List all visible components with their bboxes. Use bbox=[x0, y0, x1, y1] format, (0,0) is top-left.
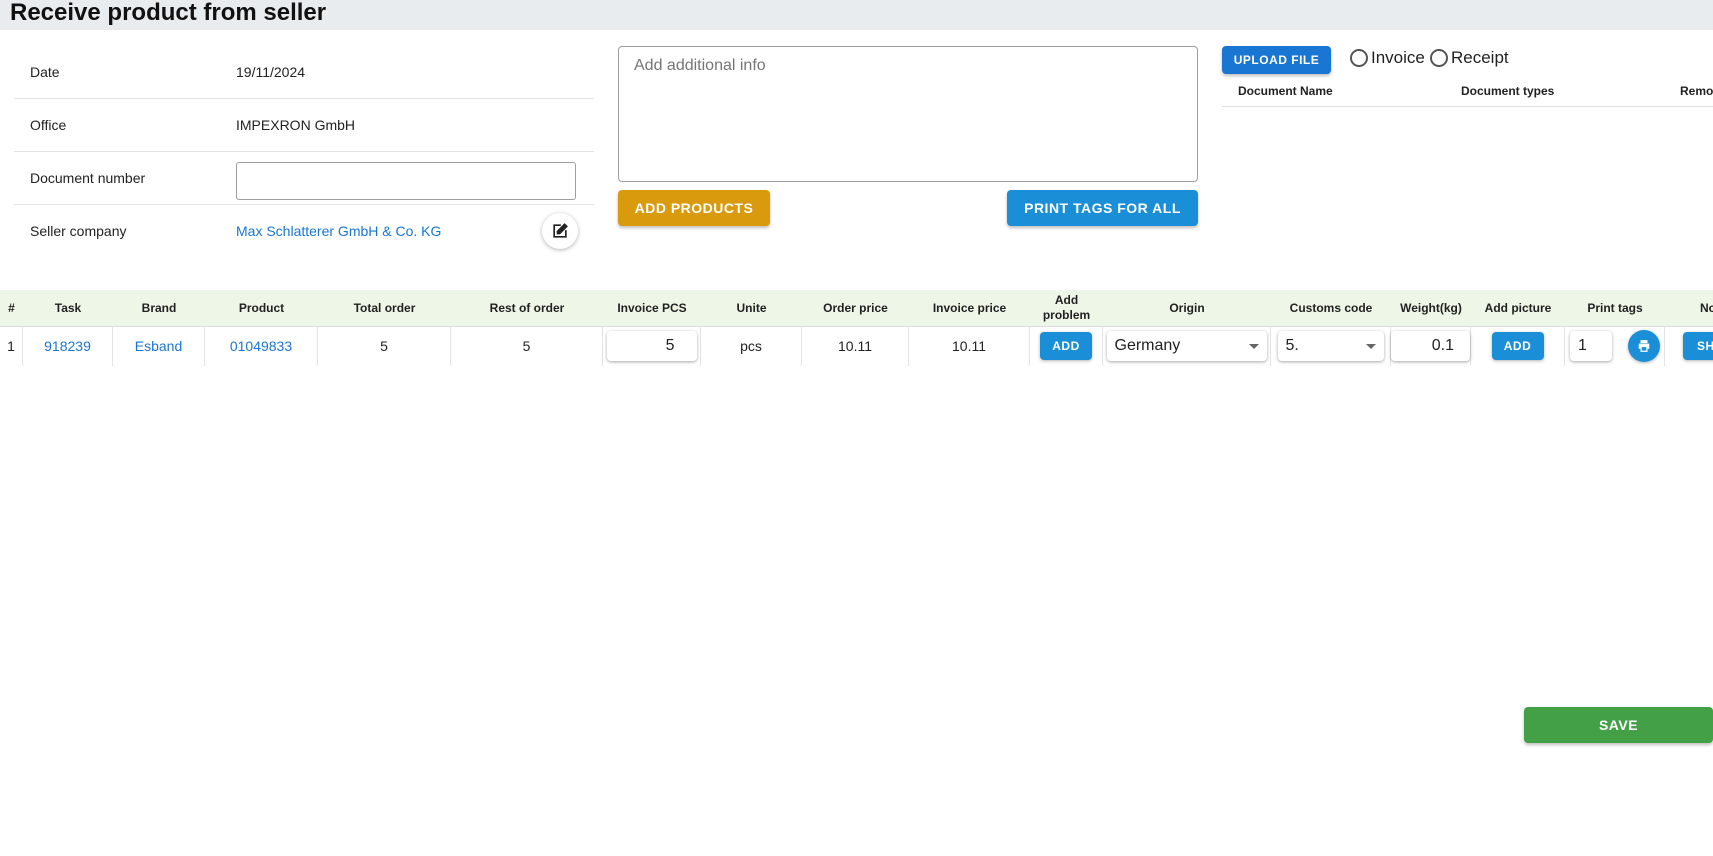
additional-info-textarea[interactable] bbox=[618, 46, 1198, 182]
info-row-seller: Seller company Max Schlatterer GmbH & Co… bbox=[14, 205, 594, 257]
origin-select[interactable]: Germany bbox=[1106, 331, 1267, 361]
info-row-document-number: Document number bbox=[14, 152, 594, 205]
grid-header-brand: Brand bbox=[141, 300, 177, 315]
row-product-link[interactable]: 01049833 bbox=[205, 326, 318, 366]
seller-company-label: Seller company bbox=[30, 223, 127, 239]
row-order-price: 10.11 bbox=[802, 326, 909, 366]
invoice-pcs-input[interactable]: 5 bbox=[606, 331, 697, 361]
grid-header-row: # Task Brand Product Total order Rest of… bbox=[0, 290, 1713, 327]
date-value: 19/11/2024 bbox=[236, 64, 306, 80]
receipt-radio-label: Receipt bbox=[1451, 48, 1509, 67]
documents-header-types: Document types bbox=[1461, 84, 1555, 98]
print-tags-qty-input[interactable]: 1 bbox=[1570, 331, 1612, 361]
print-tag-button[interactable] bbox=[1628, 330, 1660, 362]
grid-header-notes: Nc bbox=[1700, 300, 1713, 315]
grid-header-unit: Unite bbox=[736, 300, 767, 315]
grid-header-weight: Weight(kg) bbox=[1400, 300, 1462, 315]
document-number-input[interactable] bbox=[236, 162, 576, 200]
weight-input[interactable]: 0.1 bbox=[1391, 331, 1470, 361]
customs-code-value: 5. bbox=[1285, 337, 1299, 354]
info-row-office: Office IMPEXRON GmbH bbox=[14, 99, 594, 152]
row-customs-code-cell: 5. bbox=[1271, 326, 1391, 366]
row-print-tags-cell: 1 bbox=[1565, 326, 1665, 366]
date-label: Date bbox=[30, 64, 60, 80]
chevron-down-icon bbox=[1248, 343, 1259, 349]
add-picture-button[interactable]: ADD bbox=[1491, 332, 1544, 360]
upload-file-button[interactable]: UPLOAD FILE bbox=[1222, 46, 1331, 74]
show-notes-button[interactable]: SH bbox=[1683, 332, 1713, 360]
page-title: Receive product from seller bbox=[10, 0, 327, 26]
grid-header-total-order: Total order bbox=[353, 300, 416, 315]
grid-header-print-tags: Print tags bbox=[1587, 300, 1643, 315]
info-table: Date 19/11/2024 Office IMPEXRON GmbH Doc… bbox=[14, 46, 594, 257]
row-invoice-pcs-cell: 5 bbox=[603, 326, 701, 366]
save-button[interactable]: SAVE bbox=[1524, 707, 1713, 743]
add-products-button[interactable]: ADD PRODUCTS bbox=[618, 190, 770, 226]
row-add-problem-cell: ADD bbox=[1030, 326, 1103, 366]
edit-seller-button[interactable] bbox=[542, 213, 578, 249]
grid-header-add-problem: Add problem bbox=[1042, 293, 1091, 322]
row-rest-of-order: 5 bbox=[451, 326, 603, 366]
office-value: IMPEXRON GmbH bbox=[236, 117, 356, 133]
grid-header-invoice-price: Invoice price bbox=[932, 300, 1007, 315]
info-row-date: Date 19/11/2024 bbox=[14, 46, 594, 99]
row-add-picture-cell: ADD bbox=[1471, 326, 1565, 366]
row-total-order: 5 bbox=[318, 326, 451, 366]
print-tags-for-all-button[interactable]: PRINT TAGS FOR ALL bbox=[1007, 190, 1198, 226]
add-problem-button[interactable]: ADD bbox=[1040, 332, 1092, 360]
row-task-link[interactable]: 918239 bbox=[23, 326, 113, 366]
documents-header-remove: Remo bbox=[1680, 84, 1713, 98]
row-notes-cell: SH bbox=[1665, 326, 1713, 366]
grid-header-rest-of-order: Rest of order bbox=[489, 300, 565, 315]
documents-table-header: Document Name Document types Remo bbox=[1222, 80, 1713, 107]
edit-icon bbox=[553, 223, 568, 238]
page-header: Receive product from seller bbox=[0, 0, 1713, 30]
row-index: 1 bbox=[0, 326, 23, 366]
row-invoice-price: 10.11 bbox=[909, 326, 1030, 366]
printer-icon bbox=[1638, 340, 1650, 352]
grid-header-origin: Origin bbox=[1169, 300, 1205, 315]
invoice-radio[interactable] bbox=[1350, 49, 1368, 67]
grid-header-invoice-pcs: Invoice PCS bbox=[617, 300, 687, 315]
grid-header-order-price: Order price bbox=[823, 300, 888, 315]
documents-header-name: Document Name bbox=[1238, 84, 1333, 98]
receipt-radio[interactable] bbox=[1430, 49, 1448, 67]
grid-header-index: # bbox=[8, 300, 15, 315]
doc-type-invoice-option[interactable]: Invoice bbox=[1350, 48, 1425, 68]
document-number-label: Document number bbox=[30, 170, 146, 186]
grid-header-task: Task bbox=[54, 300, 82, 315]
grid-header-customs-code: Customs code bbox=[1289, 300, 1373, 315]
chevron-down-icon bbox=[1365, 343, 1376, 349]
row-brand-link[interactable]: Esband bbox=[113, 326, 205, 366]
doc-type-receipt-option[interactable]: Receipt bbox=[1430, 48, 1509, 68]
invoice-radio-label: Invoice bbox=[1371, 48, 1425, 67]
row-unit: pcs bbox=[701, 326, 802, 366]
row-origin-cell: Germany bbox=[1103, 326, 1271, 366]
office-label: Office bbox=[30, 117, 67, 133]
table-row: 1 918239 Esband 01049833 5 5 5 pcs 10.11… bbox=[0, 326, 1713, 366]
customs-code-select[interactable]: 5. bbox=[1277, 331, 1384, 361]
seller-company-link[interactable]: Max Schlatterer GmbH & Co. KG bbox=[236, 205, 441, 257]
grid-header-product: Product bbox=[238, 300, 285, 315]
grid-header-add-picture: Add picture bbox=[1484, 300, 1552, 315]
row-weight-cell: 0.1 bbox=[1391, 326, 1471, 366]
origin-select-value: Germany bbox=[1114, 337, 1181, 354]
